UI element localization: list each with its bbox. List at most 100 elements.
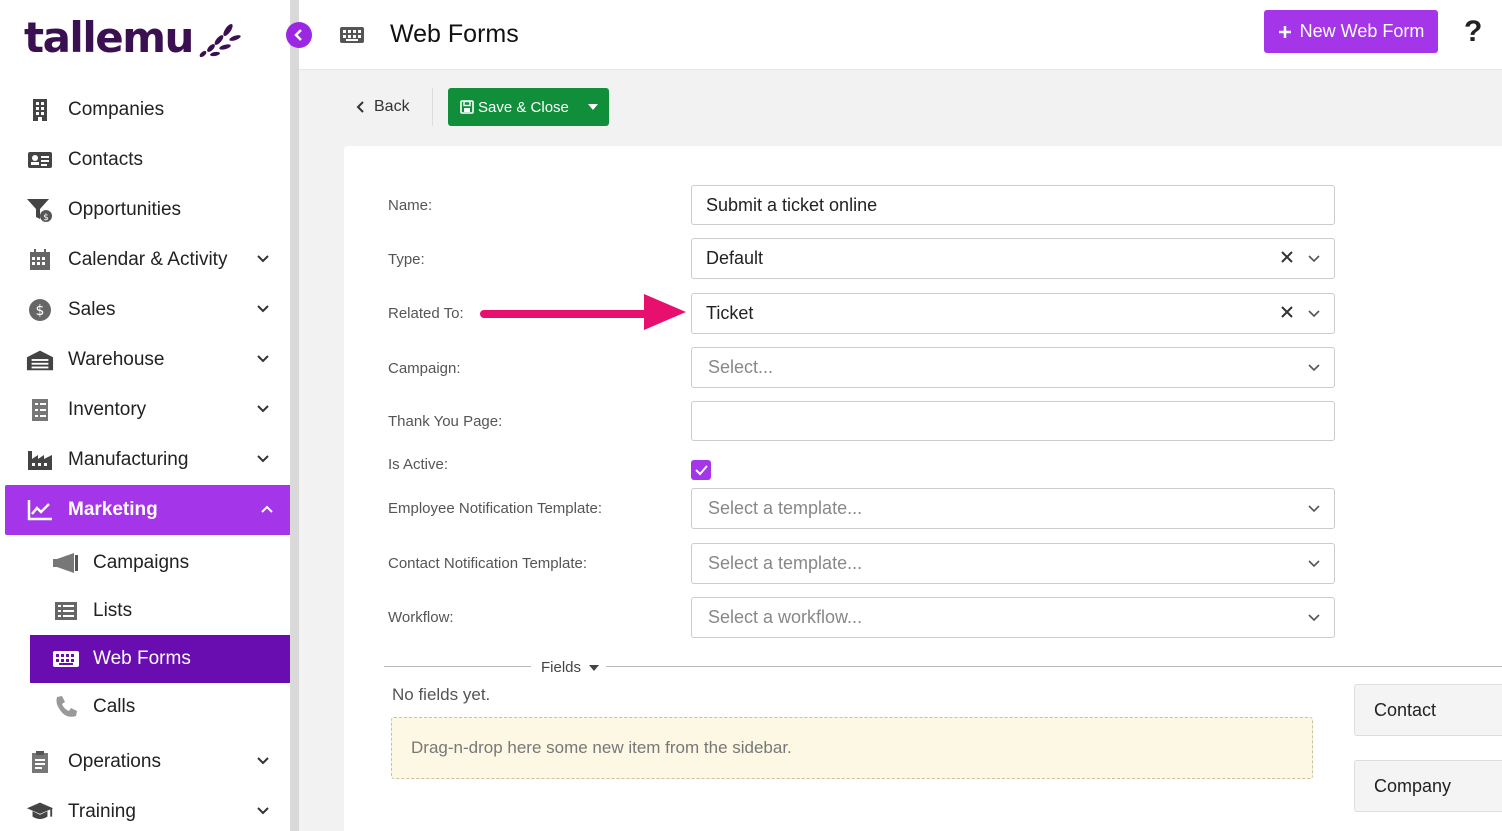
floppy-disk-icon bbox=[460, 100, 474, 114]
workflow-placeholder: Select a workflow... bbox=[708, 607, 863, 627]
palette-item-company[interactable]: Company bbox=[1354, 760, 1502, 812]
chevron-down-icon bbox=[257, 405, 269, 413]
id-card-icon bbox=[26, 146, 54, 174]
new-web-form-button[interactable]: New Web Form bbox=[1264, 10, 1438, 53]
chevron-down-icon bbox=[1308, 560, 1320, 568]
thank-you-page-input[interactable] bbox=[691, 401, 1335, 441]
graduation-cap-icon bbox=[26, 798, 54, 826]
chevron-down-icon bbox=[1308, 614, 1320, 622]
sidebar-item-label: Campaigns bbox=[93, 552, 190, 573]
sidebar-item-warehouse[interactable]: Warehouse bbox=[0, 335, 290, 385]
help-icon[interactable]: ? bbox=[1464, 15, 1482, 49]
factory-icon bbox=[26, 446, 54, 474]
phone-icon bbox=[52, 693, 80, 721]
clear-icon[interactable] bbox=[1280, 250, 1294, 264]
sidebar-item-label: Companies bbox=[68, 99, 165, 120]
logo-text: tallemu bbox=[24, 12, 194, 62]
sidebar-item-label: Manufacturing bbox=[68, 449, 189, 470]
related-to-select[interactable]: Ticket bbox=[691, 293, 1335, 334]
campaign-label: Campaign: bbox=[388, 360, 461, 377]
sidebar-item-manufacturing[interactable]: Manufacturing bbox=[0, 435, 290, 485]
workflow-label: Workflow: bbox=[388, 609, 454, 626]
page-title: Web Forms bbox=[390, 20, 519, 48]
sidebar-item-marketing[interactable]: Marketing bbox=[5, 485, 294, 535]
palette-item-label: Contact bbox=[1374, 699, 1437, 720]
chevron-left-icon bbox=[294, 29, 302, 41]
sidebar-item-opportunities[interactable]: $ Opportunities bbox=[0, 185, 290, 235]
calendar-icon bbox=[26, 246, 54, 274]
toolbar-divider bbox=[432, 88, 433, 126]
drop-zone-hint: Drag-n-drop here some new item from the … bbox=[411, 738, 792, 757]
funnel-icon: $ bbox=[26, 196, 54, 224]
chevron-up-icon bbox=[261, 505, 273, 513]
leaf-icon bbox=[199, 24, 241, 58]
megaphone-icon bbox=[52, 549, 80, 577]
name-input[interactable]: Submit a ticket online bbox=[691, 185, 1335, 225]
workflow-select[interactable]: Select a workflow... bbox=[691, 597, 1335, 638]
sidebar-subitem-calls[interactable]: Calls bbox=[0, 683, 290, 731]
clear-icon[interactable] bbox=[1280, 305, 1294, 319]
sidebar-item-companies[interactable]: Companies bbox=[0, 85, 290, 135]
fields-divider-left bbox=[384, 666, 531, 667]
related-to-label: Related To: bbox=[388, 305, 464, 322]
sidebar-item-label: Inventory bbox=[68, 399, 147, 420]
building-icon bbox=[26, 96, 54, 124]
chevron-down-icon bbox=[257, 305, 269, 313]
sidebar-item-label: Contacts bbox=[68, 149, 143, 170]
sidebar-subitem-campaigns[interactable]: Campaigns bbox=[0, 539, 290, 587]
save-close-label: Save & Close bbox=[478, 98, 569, 116]
tallemu-logo[interactable]: tallemu bbox=[24, 12, 241, 62]
svg-text:$: $ bbox=[36, 303, 45, 319]
sidebar-item-contacts[interactable]: Contacts bbox=[0, 135, 290, 185]
svg-text:$: $ bbox=[43, 213, 49, 223]
back-button[interactable]: Back bbox=[356, 98, 410, 116]
sidebar-subitem-lists[interactable]: Lists bbox=[0, 587, 290, 635]
employee-notification-template-label: Employee Notification Template: bbox=[388, 500, 602, 517]
is-active-checkbox[interactable] bbox=[691, 460, 711, 480]
list-icon bbox=[52, 597, 80, 625]
thank-you-page-label: Thank You Page: bbox=[388, 413, 503, 430]
caret-down-icon bbox=[589, 664, 600, 671]
warehouse-icon bbox=[26, 346, 54, 374]
chevron-down-icon bbox=[1308, 505, 1320, 513]
type-value: Default bbox=[706, 248, 764, 268]
save-options-dropdown[interactable] bbox=[576, 104, 609, 110]
save-close-button[interactable]: Save & Close bbox=[448, 99, 576, 116]
clipboard-icon bbox=[26, 748, 54, 776]
palette-item-contact[interactable]: Contact bbox=[1354, 684, 1502, 736]
type-label: Type: bbox=[388, 251, 425, 268]
sidebar-item-operations[interactable]: Operations bbox=[0, 737, 290, 787]
keyboard-icon bbox=[52, 645, 80, 673]
chevron-down-icon bbox=[257, 455, 269, 463]
sidebar-nav: Companies Contacts $ Opportunities Calen… bbox=[0, 85, 295, 831]
top-header: Web Forms New Web Form ? bbox=[299, 0, 1502, 70]
chevron-down-icon bbox=[1308, 364, 1320, 372]
sidebar-item-label: Opportunities bbox=[68, 199, 182, 220]
sidebar-subitem-web-forms[interactable]: Web Forms bbox=[30, 635, 295, 683]
employee-notification-template-select[interactable]: Select a template... bbox=[691, 488, 1335, 529]
sidebar-item-training[interactable]: Training bbox=[0, 787, 290, 831]
sidebar-item-label: Calendar & Activity bbox=[68, 249, 228, 270]
caret-down-icon bbox=[587, 104, 598, 110]
sidebar-item-calendar-activity[interactable]: Calendar & Activity bbox=[0, 235, 290, 285]
sidebar-scrollbar[interactable] bbox=[290, 0, 299, 831]
sidebar-item-label: Warehouse bbox=[68, 349, 165, 370]
campaign-select[interactable]: Select... bbox=[691, 347, 1335, 388]
fields-drop-zone[interactable]: Drag-n-drop here some new item from the … bbox=[391, 717, 1313, 779]
annotation-arrow bbox=[480, 294, 686, 330]
related-to-value: Ticket bbox=[706, 303, 754, 323]
save-close-button-group: Save & Close bbox=[448, 88, 609, 126]
new-web-form-label: New Web Form bbox=[1299, 21, 1425, 41]
sidebar-item-label: Sales bbox=[68, 299, 116, 320]
type-select[interactable]: Default bbox=[691, 238, 1335, 279]
fields-section-toggle[interactable]: Fields bbox=[541, 659, 600, 676]
back-label: Back bbox=[374, 98, 410, 115]
contact-notification-template-select[interactable]: Select a template... bbox=[691, 543, 1335, 584]
collapse-sidebar-button[interactable] bbox=[286, 22, 312, 48]
sidebar-item-inventory[interactable]: Inventory bbox=[0, 385, 290, 435]
chevron-down-icon bbox=[257, 757, 269, 765]
checklist-icon bbox=[26, 396, 54, 424]
sidebar-item-sales[interactable]: $ Sales bbox=[0, 285, 290, 335]
palette-item-label: Company bbox=[1374, 775, 1452, 796]
chevron-down-icon bbox=[257, 255, 269, 263]
